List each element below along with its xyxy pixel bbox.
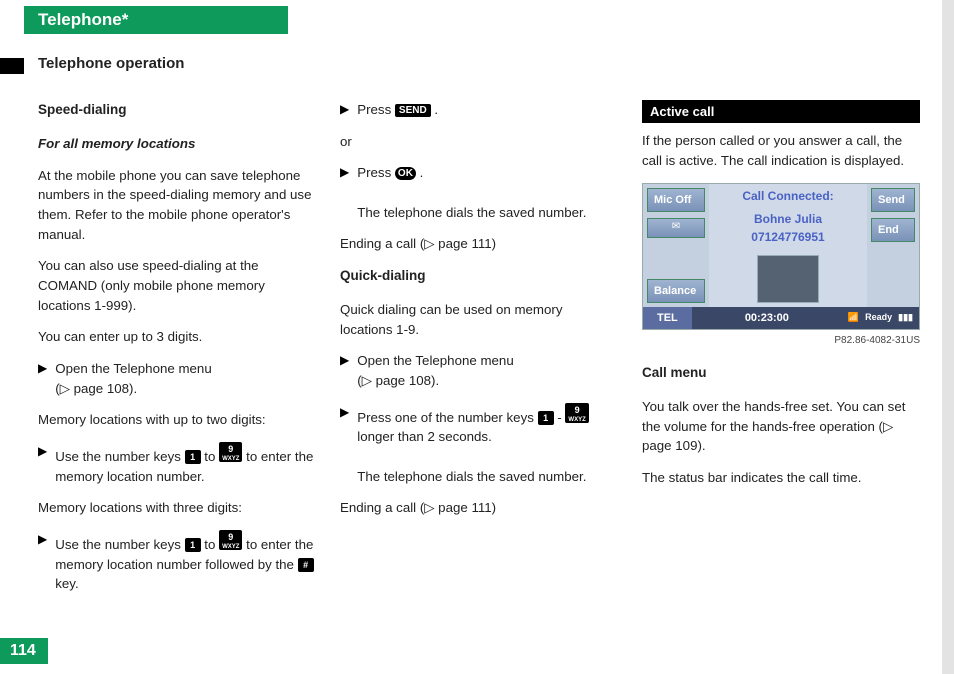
heading-call-menu: Call menu [642,363,920,383]
key-ok-icon: OK [395,167,416,180]
figure-caption: P82.86-4082-31US [642,334,920,349]
shot-mail-icon: ✉ [647,218,705,238]
shot-caller-number: 07124776951 [751,229,824,247]
step-text: Press SEND . [357,100,438,120]
heading-quick-dialing: Quick-dialing [340,266,618,286]
shot-call-connected: Call Connected: [742,188,833,206]
paragraph: Quick dialing can be used on memory loca… [340,300,618,339]
step: ▶ Press OK . The telephone dials the sav… [340,163,618,222]
shot-tab-tel: TEL [643,307,692,329]
shot-btn-mic-off: Mic Off [647,188,705,212]
step-bullet-icon: ▶ [38,442,47,486]
step-bullet-icon: ▶ [340,403,349,487]
key-9-icon: 9WXYZ [565,403,588,423]
step-text: Use the number keys 1 to 9WXYZ to enter … [55,530,316,594]
key-1-icon: 1 [185,538,201,552]
content-columns: Speed-dialing For all memory locations A… [38,100,920,616]
page-number: 114 [0,638,48,664]
heading-for-all-memory: For all memory locations [38,134,316,154]
paragraph: If the person called or you answer a cal… [642,131,920,170]
step: ▶ Open the Telephone menu (▷ page 108). [38,359,316,398]
comand-screenshot: Mic Off ✉ Balance Call Connected: Bohne … [642,183,920,331]
column-3: Active call If the person called or you … [642,100,920,616]
step-bullet-icon: ▶ [340,351,349,390]
shot-caller-name: Bohne Julia [754,211,822,229]
page-edge [942,0,954,674]
or-separator: or [340,132,618,152]
step-text: Press OK . The telephone dials the saved… [357,163,586,222]
step-text: Open the Telephone menu (▷ page 108). [357,351,514,390]
step: ▶ Open the Telephone menu (▷ page 108). [340,351,618,390]
shot-signal-icon: ▮▮▮ [898,311,913,324]
chapter-tab: Telephone* [24,6,288,34]
paragraph: Memory locations with up to two digits: [38,410,316,430]
shot-btn-balance: Balance [647,279,705,303]
step-text: Use the number keys 1 to 9WXYZ to enter … [55,442,316,486]
key-hash-icon: # [298,558,314,572]
step-bullet-icon: ▶ [38,530,47,594]
section-title: Telephone operation [38,55,184,72]
paragraph: Ending a call (▷ page 111) [340,234,618,254]
paragraph: You can enter up to 3 digits. [38,327,316,347]
key-9-icon: 9WXYZ [219,442,242,462]
step: ▶ Press SEND . [340,100,618,120]
column-2: ▶ Press SEND . or ▶ Press OK . The telep… [340,100,618,616]
step-text: Press one of the number keys 1 - 9WXYZ l… [357,403,618,487]
side-marker [0,58,24,74]
step-text: Open the Telephone menu (▷ page 108). [55,359,212,398]
shot-btn-end: End [871,218,915,242]
column-1: Speed-dialing For all memory locations A… [38,100,316,616]
step: ▶ Use the number keys 1 to 9WXYZ to ente… [38,530,316,594]
key-send-icon: SEND [395,104,431,117]
step: ▶ Use the number keys 1 to 9WXYZ to ente… [38,442,316,486]
shot-antenna-icon: 📶 [848,311,859,324]
paragraph: Ending a call (▷ page 111) [340,498,618,518]
step-bullet-icon: ▶ [340,100,349,120]
shot-btn-send: Send [871,188,915,212]
shot-photo-placeholder [757,255,819,303]
key-9-icon: 9WXYZ [219,530,242,550]
key-1-icon: 1 [538,411,554,425]
heading-speed-dialing: Speed-dialing [38,100,316,120]
paragraph: You talk over the hands-free set. You ca… [642,397,920,456]
heading-active-call: Active call [642,100,920,123]
shot-ready-label: Ready [865,311,892,324]
paragraph: The status bar indicates the call time. [642,468,920,488]
manual-page: Telephone* Telephone operation Speed-dia… [0,0,954,674]
shot-call-time: 00:23:00 [692,307,842,329]
paragraph: You can also use speed-dialing at the CO… [38,256,316,315]
key-1-icon: 1 [185,450,201,464]
shot-status-bar: TEL 00:23:00 📶 Ready ▮▮▮ [643,307,919,329]
step-bullet-icon: ▶ [340,163,349,222]
paragraph: Memory locations with three digits: [38,498,316,518]
paragraph: At the mobile phone you can save telepho… [38,166,316,245]
step: ▶ Press one of the number keys 1 - 9WXYZ… [340,403,618,487]
step-bullet-icon: ▶ [38,359,47,398]
